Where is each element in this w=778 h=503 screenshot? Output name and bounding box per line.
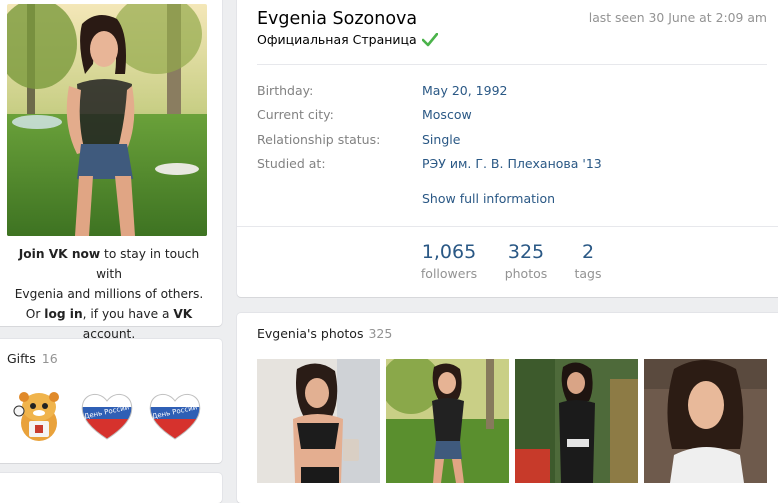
photos-count: 325: [368, 326, 393, 341]
join-text-or: Or: [25, 307, 45, 321]
join-text-if: , if you have a: [82, 307, 174, 321]
counter-tags[interactable]: 2 tags: [548, 241, 628, 281]
profile-avatar[interactable]: [7, 4, 207, 236]
photos-header[interactable]: Evgenia's photos 325: [257, 326, 392, 341]
counter-label: followers: [420, 266, 478, 281]
sidebar-next-card: [0, 473, 222, 503]
profile-info-card: Evgenia Sozonova Официальная Страница la…: [237, 0, 778, 297]
counter-number: 1,065: [421, 241, 477, 263]
vk-brand-text: VK: [173, 307, 193, 321]
last-seen-status: last seen 30 June at 2:09 am: [588, 10, 767, 25]
info-label: Studied at:: [257, 156, 326, 171]
official-page-label: Официальная Страница: [257, 32, 417, 47]
gift-hamster-icon[interactable]: [12, 385, 66, 445]
divider: [257, 64, 767, 65]
info-value-birthday[interactable]: May 20, 1992: [422, 83, 507, 98]
gifts-card: Gifts 16 День России День России: [0, 339, 222, 463]
counter-number: 2: [581, 241, 595, 263]
photo-thumbnail[interactable]: [515, 359, 638, 483]
gifts-title: Gifts: [7, 351, 36, 366]
info-label: Relationship status:: [257, 132, 381, 147]
gift-heart-russia-day-icon[interactable]: День России: [80, 385, 134, 445]
photo-thumbnail[interactable]: [386, 359, 509, 483]
photos-title: Evgenia's photos: [257, 326, 364, 341]
join-vk-link[interactable]: Join VK now: [19, 247, 100, 261]
gifts-header[interactable]: Gifts 16: [7, 351, 58, 366]
info-value-relationship[interactable]: Single: [422, 132, 460, 147]
photos-card: Evgenia's photos 325: [237, 313, 778, 503]
join-vk-prompt: Join VK now to stay in touch with Evgeni…: [4, 244, 214, 344]
photo-thumbnail[interactable]: [644, 359, 767, 483]
info-value-studied[interactable]: РЭУ им. Г. В. Плеханова '13: [422, 156, 602, 171]
profile-name: Evgenia Sozonova: [257, 9, 418, 29]
login-link[interactable]: log in: [44, 307, 82, 321]
join-text-part: to stay in touch with: [96, 247, 200, 281]
counter-followers[interactable]: 1,065 followers: [409, 241, 489, 281]
photo-thumbnail[interactable]: [257, 359, 380, 483]
gifts-count: 16: [41, 351, 58, 366]
gift-heart-russia-day-icon[interactable]: День России: [148, 385, 202, 445]
join-text-line2: Evgenia and millions of others.: [14, 287, 204, 301]
divider: [237, 226, 778, 227]
counter-label: tags: [574, 266, 602, 281]
verified-check-icon: [421, 32, 438, 46]
profile-sidebar-card: Join VK now to stay in touch with Evgeni…: [0, 0, 222, 341]
info-value-city[interactable]: Moscow: [422, 107, 472, 122]
info-label: Birthday:: [257, 83, 314, 98]
show-full-information-link[interactable]: Show full information: [422, 191, 555, 206]
official-page-badge: Официальная Страница: [257, 32, 438, 47]
info-label: Current city:: [257, 107, 334, 122]
